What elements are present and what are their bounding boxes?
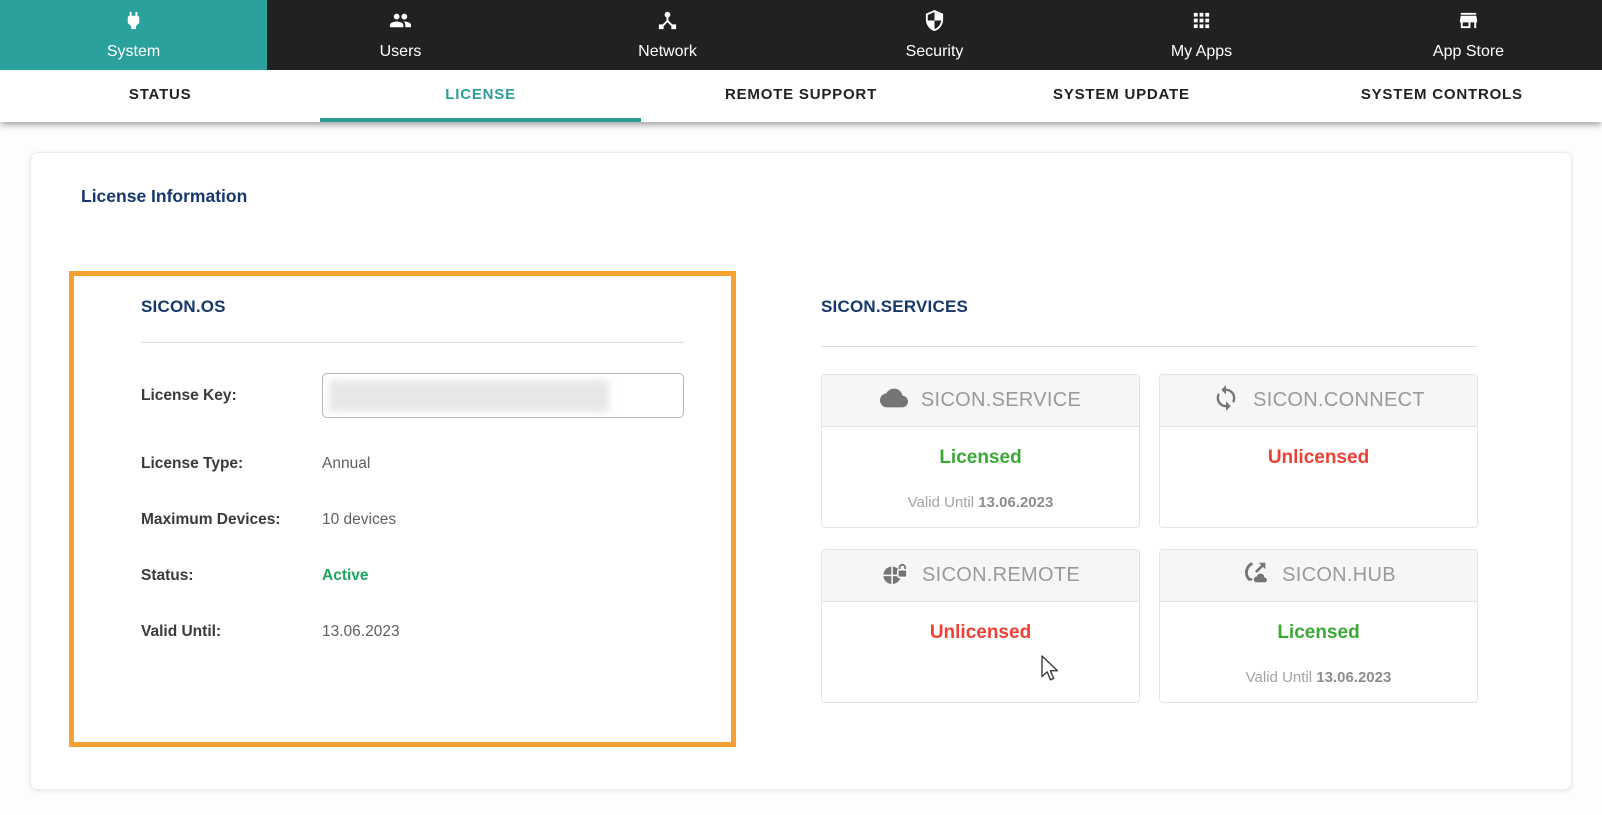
maximum-devices-label: Maximum Devices:	[141, 511, 281, 529]
system-sub-navigation: STATUS LICENSE REMOTE SUPPORT SYSTEM UPD…	[0, 70, 1602, 122]
tab-label: REMOTE SUPPORT	[725, 86, 877, 103]
topnav-label: Network	[638, 43, 697, 61]
service-card-status: Licensed	[1160, 622, 1477, 644]
tab-system-update[interactable]: SYSTEM UPDATE	[961, 70, 1281, 122]
service-card-sicon-connect: SICON.CONNECT Unlicensed	[1159, 374, 1478, 528]
valid-until-value: 13.06.2023	[322, 623, 400, 641]
top-navigation: System Users Network Security My Apps Ap…	[0, 0, 1602, 70]
status-value: Active	[322, 567, 369, 585]
globe-lock-icon	[881, 559, 909, 593]
service-card-name: SICON.HUB	[1282, 564, 1396, 587]
shield-icon	[923, 9, 946, 37]
sicon-services-title: SICON.SERVICES	[821, 297, 968, 317]
topnav-label: Users	[380, 43, 422, 61]
service-card-sicon-remote: SICON.REMOTE Unlicensed	[821, 549, 1140, 703]
status-label: Status:	[141, 567, 194, 585]
tab-label: STATUS	[129, 86, 192, 103]
service-card-header: SICON.SERVICE	[822, 375, 1139, 427]
plug-icon	[122, 9, 145, 37]
apps-grid-icon	[1190, 9, 1213, 37]
sicon-os-title: SICON.OS	[141, 297, 226, 317]
service-card-status: Licensed	[822, 447, 1139, 469]
sync-icon	[1212, 384, 1240, 418]
topnav-item-system[interactable]: System	[0, 0, 267, 70]
users-icon	[389, 9, 412, 37]
service-card-sicon-hub: SICON.HUB Licensed Valid Until 13.06.202…	[1159, 549, 1478, 703]
tab-label: SYSTEM CONTROLS	[1361, 86, 1523, 103]
license-type-value: Annual	[322, 455, 370, 473]
valid-until-label: Valid Until:	[141, 623, 221, 641]
service-card-sicon-service: SICON.SERVICE Licensed Valid Until 13.06…	[821, 374, 1140, 528]
tab-status[interactable]: STATUS	[0, 70, 320, 122]
license-type-label: License Type:	[141, 455, 243, 473]
valid-until-date: 13.06.2023	[978, 494, 1053, 511]
divider	[821, 346, 1477, 347]
page-title: License Information	[81, 186, 247, 207]
topnav-label: App Store	[1433, 43, 1504, 61]
service-card-header: SICON.HUB	[1160, 550, 1477, 602]
service-card-status: Unlicensed	[822, 622, 1139, 644]
cloud-sync-icon	[1241, 559, 1269, 593]
topnav-label: System	[107, 43, 160, 61]
cloud-icon	[880, 384, 908, 418]
valid-until-date: 13.06.2023	[1316, 669, 1391, 686]
service-card-header: SICON.REMOTE	[822, 550, 1139, 602]
topnav-item-security[interactable]: Security	[801, 0, 1068, 70]
network-icon	[656, 9, 679, 37]
redacted-license-key	[329, 380, 609, 412]
valid-until-prefix: Valid Until	[908, 494, 979, 511]
tab-license[interactable]: LICENSE	[320, 70, 640, 122]
topnav-label: Security	[906, 43, 964, 61]
service-card-name: SICON.SERVICE	[921, 389, 1081, 412]
service-card-header: SICON.CONNECT	[1160, 375, 1477, 427]
valid-until-prefix: Valid Until	[1246, 669, 1317, 686]
store-icon	[1457, 9, 1480, 37]
license-information-card: License Information SICON.OS License Key…	[30, 152, 1572, 790]
tab-label: LICENSE	[445, 86, 516, 103]
divider	[141, 342, 684, 343]
topnav-item-network[interactable]: Network	[534, 0, 801, 70]
topnav-item-my-apps[interactable]: My Apps	[1068, 0, 1335, 70]
service-card-name: SICON.REMOTE	[922, 564, 1080, 587]
service-card-status: Unlicensed	[1160, 447, 1477, 469]
maximum-devices-value: 10 devices	[322, 511, 396, 529]
license-key-label: License Key:	[141, 387, 237, 405]
service-card-name: SICON.CONNECT	[1253, 389, 1425, 412]
tab-system-controls[interactable]: SYSTEM CONTROLS	[1282, 70, 1602, 122]
topnav-item-app-store[interactable]: App Store	[1335, 0, 1602, 70]
topnav-item-users[interactable]: Users	[267, 0, 534, 70]
topnav-label: My Apps	[1171, 43, 1232, 61]
license-key-input[interactable]	[322, 373, 684, 418]
service-card-valid-until: Valid Until 13.06.2023	[1160, 669, 1477, 686]
tab-remote-support[interactable]: REMOTE SUPPORT	[641, 70, 961, 122]
service-card-valid-until: Valid Until 13.06.2023	[822, 494, 1139, 511]
tab-label: SYSTEM UPDATE	[1053, 86, 1190, 103]
